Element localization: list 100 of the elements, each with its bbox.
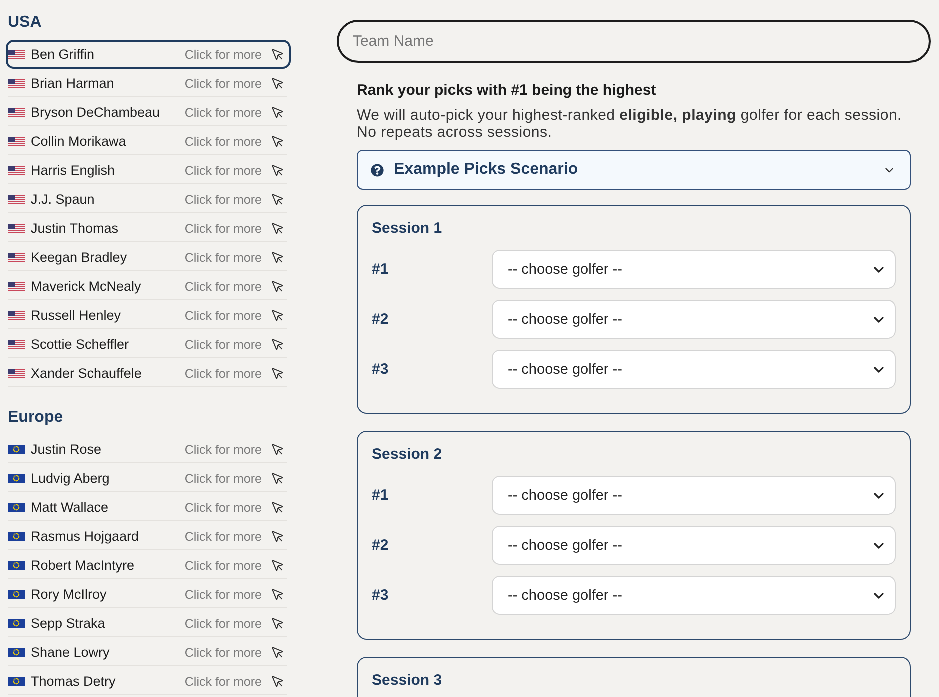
hint-text: Click for more [184,366,262,380]
golfer-select[interactable]: -- choose golfer -- [492,300,896,339]
player-list-item[interactable]: Sepp Straka Click for more [6,609,291,638]
hint-text: Click for more [184,472,262,486]
player-list-item[interactable]: Rasmus Hojgaard Click for more [6,522,291,551]
eu-flag-icon [8,561,25,570]
us-flag-icon [8,340,25,349]
hint-text: Click for more [184,442,262,456]
hint-text: Click for more [184,500,262,514]
us-flag-icon [8,137,25,146]
hint-text: Click for more [184,558,262,572]
golfer-select[interactable]: -- choose golfer -- [492,250,896,289]
cursor-icon [271,472,285,486]
player-list-item[interactable]: Thomas Detry Click for more [6,667,291,696]
hint-text: Click for more [184,588,262,602]
eu-flag-icon [8,532,25,541]
cursor-icon [271,308,285,322]
cursor-icon [271,674,285,688]
player-list-item[interactable]: Matt Wallace Click for more [6,493,291,522]
player-name: Scottie Scheffler [31,337,130,352]
player-list-item[interactable]: Brian Harman Click for more [6,69,291,98]
player-list-item[interactable]: Ben Griffin Click for more [6,40,291,69]
player-list-item[interactable]: Bryson DeChambeau Click for more [6,98,291,127]
cursor-icon [271,280,285,294]
player-name: Shane Lowry [31,645,110,660]
us-flag-icon [8,253,25,262]
cursor-icon [271,250,285,264]
cursor-icon [271,222,285,236]
golfer-select[interactable]: -- choose golfer -- [492,526,896,565]
us-flag-icon [8,224,25,233]
player-list-item[interactable]: Harris English Click for more [6,156,291,185]
cursor-icon [271,106,285,120]
cursor-icon [271,588,285,602]
player-name: J.J. Spaun [31,192,95,207]
us-flag-icon [8,79,25,88]
cursor-icon [271,76,285,90]
us-flag-icon [8,282,25,291]
player-list-item[interactable]: Maverick McNealy Click for more [6,272,291,301]
player-list-item[interactable]: Scottie Scheffler Click for more [6,330,291,359]
player-name: Robert MacIntyre [31,558,135,573]
hint-text: Click for more [184,338,262,352]
help-icon [371,164,384,176]
accordion-toggle[interactable]: Example Picks Scenario [357,150,911,190]
golfer-select[interactable]: -- choose golfer -- [492,476,896,515]
hint-text: Click for more [184,646,262,660]
player-list-item[interactable]: Justin Thomas Click for more [6,214,291,243]
player-list-item[interactable]: J.J. Spaun Click for more [6,185,291,214]
hint-text: Click for more [184,192,262,206]
player-list-item[interactable]: Ludvig Aberg Click for more [6,464,291,493]
session-title: Session 2 [372,445,444,465]
cursor-icon [271,192,285,206]
hint-text: Click for more [184,134,262,148]
player-list-item[interactable]: Justin Rose Click for more [6,435,291,464]
player-list-item[interactable]: Robert MacIntyre Click for more [6,551,291,580]
group-heading: Europe [8,408,64,428]
rank-label: #2 [372,537,389,554]
session-title: Session 3 [372,671,444,691]
player-name: Justin Thomas [31,221,119,236]
player-name: Russell Henley [31,308,122,323]
hint-text: Click for more [184,280,262,294]
player-name: Justin Rose [31,442,102,457]
player-name: Keegan Bradley [31,250,128,265]
player-name: Ludvig Aberg [31,471,110,486]
cursor-icon [271,338,285,352]
us-flag-icon [8,166,25,175]
cursor-icon [271,164,285,178]
us-flag-icon [8,50,25,59]
player-name: Thomas Detry [31,674,116,689]
golfer-select[interactable]: -- choose golfer -- [492,576,896,615]
us-flag-icon [8,311,25,320]
hint-text: Click for more [184,76,262,90]
eu-flag-icon [8,474,25,483]
eu-flag-icon [8,590,25,599]
player-name: Ben Griffin [31,47,95,62]
eu-flag-icon [8,677,25,686]
cursor-icon [271,500,285,514]
eu-flag-icon [8,503,25,512]
player-list-item[interactable]: Shane Lowry Click for more [6,638,291,667]
player-list-item[interactable]: Xander Schauffele Click for more [6,359,291,388]
team-name-input[interactable]: Team Name [337,20,931,63]
player-list-item[interactable]: Rory McIlroy Click for more [6,580,291,609]
hint-text: Click for more [184,48,262,62]
hint-text: Click for more [184,106,262,120]
player-name: Bryson DeChambeau [31,105,160,120]
eu-flag-icon [8,619,25,628]
hint-text: Click for more [184,308,262,322]
player-list-item[interactable]: Collin Morikawa Click for more [6,127,291,156]
player-name: Sepp Straka [31,616,106,631]
player-name: Matt Wallace [31,500,109,515]
player-name: Harris English [31,163,116,178]
player-name: Maverick McNealy [31,279,142,294]
eu-flag-icon [8,648,25,657]
hint-text: Click for more [184,674,262,688]
cursor-icon [271,48,285,62]
instructions-heading: Rank your picks with #1 being the highest [357,81,658,101]
golfer-select[interactable]: -- choose golfer -- [492,350,896,389]
player-list-item[interactable]: Russell Henley Click for more [6,301,291,330]
player-list-item[interactable]: Keegan Bradley Click for more [6,243,291,272]
cursor-icon [271,366,285,380]
rank-label: #1 [372,261,389,278]
